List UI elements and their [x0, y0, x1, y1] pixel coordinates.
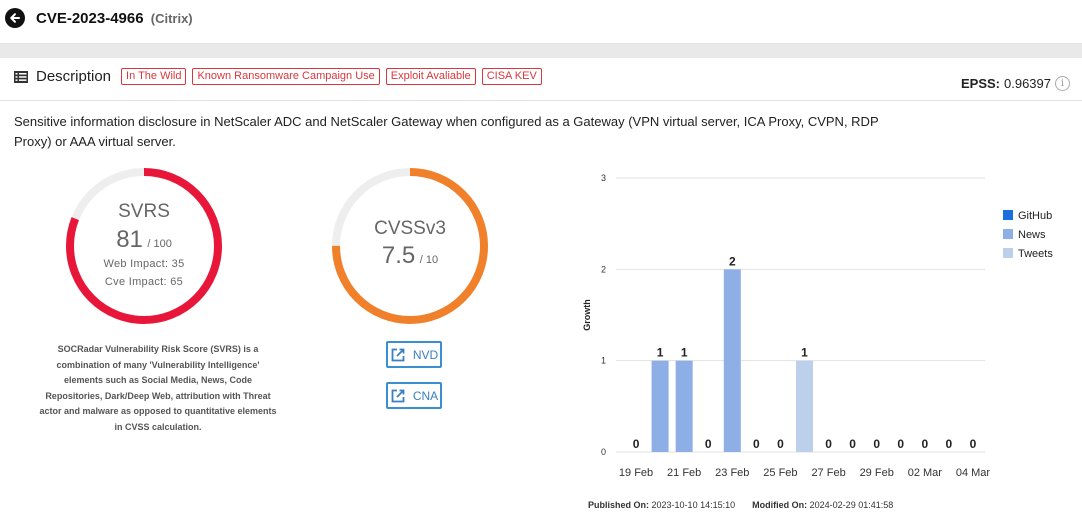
- x-tick-label: 29 Feb: [860, 467, 894, 479]
- legend-swatch: [1003, 210, 1013, 220]
- growth-chart: 0 1 2 3 Growth 0 19 Feb 1 1 21 Feb 0 2 23 Feb 0 0 25 Fe…: [560, 160, 1082, 490]
- growth-chart-svg: 0 1 2 3 Growth 0 19 Feb 1 1 21 Feb 0 2 23 Feb 0 0 25 Fe…: [582, 173, 1053, 479]
- data-label: 0: [777, 437, 784, 451]
- epss-score: EPSS: 0.96397 i: [961, 76, 1070, 91]
- data-label: 0: [897, 437, 904, 451]
- arrow-left-icon: [10, 13, 20, 23]
- bar-news: [651, 360, 669, 452]
- data-label: 0: [946, 437, 953, 451]
- data-label: 0: [633, 437, 640, 451]
- legend-label: News: [1018, 229, 1046, 241]
- external-link-icon: [391, 348, 405, 361]
- description-label: Description: [36, 68, 112, 85]
- tag-exploit-available[interactable]: Exploit Avaliable: [385, 68, 476, 85]
- vendor-name: (Citrix): [150, 11, 193, 26]
- svrs-gauge: SVRS 81 / 100 Web Impact: 35 Cve Impact:…: [64, 166, 224, 326]
- cvss-gauge: CVSSv3 7.5 / 10: [330, 166, 490, 326]
- y-tick-label: 1: [601, 356, 606, 366]
- cvss-title: CVSSv3: [374, 218, 446, 239]
- nvd-button-label: NVD: [412, 347, 439, 362]
- cve-id: CVE-2023-4966: [36, 10, 144, 27]
- svrs-explanation: SOCRadar Vulnerability Risk Score (SVRS)…: [39, 344, 277, 432]
- x-tick-label: 23 Feb: [715, 467, 749, 479]
- tag-ransomware[interactable]: Known Ransomware Campaign Use: [192, 68, 380, 85]
- y-tick-label: 0: [601, 447, 606, 457]
- tag-in-the-wild[interactable]: In The Wild: [121, 68, 187, 85]
- data-label: 0: [873, 437, 880, 451]
- bar-news: [675, 360, 693, 452]
- modified-label: Modified On:: [752, 500, 808, 510]
- divider: [0, 100, 1082, 101]
- x-tick-label: 04 Mar: [956, 467, 991, 479]
- svrs-title: SVRS: [118, 201, 170, 222]
- svrs-max: / 100: [147, 238, 172, 250]
- nvd-button[interactable]: NVD: [386, 341, 442, 368]
- dates-footer: Published On: 2023-10-10 14:15:10 Modifi…: [588, 500, 893, 510]
- list-icon: [14, 70, 28, 83]
- page-title: CVE-2023-4966 (Citrix): [36, 10, 193, 27]
- published-label: Published On:: [588, 500, 650, 510]
- data-label: 0: [849, 437, 856, 451]
- y-tick-label: 2: [601, 264, 606, 274]
- modified-value: 2024-02-29 01:41:58: [809, 500, 894, 510]
- y-tick-label: 3: [601, 173, 606, 183]
- svrs-cve-impact: Cve Impact: 65: [104, 276, 184, 288]
- legend-label: GitHub: [1018, 210, 1052, 222]
- data-label: 0: [970, 437, 977, 451]
- data-label: 0: [825, 437, 832, 451]
- legend-label: Tweets: [1018, 248, 1053, 260]
- svrs-score: 81: [116, 226, 143, 253]
- x-tick-label: 19 Feb: [619, 467, 653, 479]
- section-separator: [0, 44, 1082, 58]
- external-link-icon: [391, 389, 405, 402]
- top-bar: CVE-2023-4966 (Citrix): [0, 0, 1082, 44]
- description-header: Description In The Wild Known Ransomware…: [14, 68, 542, 85]
- data-label: 0: [753, 437, 760, 451]
- x-tick-label: 02 Mar: [908, 467, 943, 479]
- epss-value: 0.96397: [1004, 76, 1051, 91]
- published-value: 2023-10-10 14:15:10: [651, 500, 736, 510]
- legend-swatch: [1003, 229, 1013, 239]
- data-label: 0: [921, 437, 928, 451]
- cna-button[interactable]: CNA: [386, 382, 442, 409]
- back-button[interactable]: [5, 8, 25, 28]
- x-tick-label: 25 Feb: [763, 467, 797, 479]
- data-label: 1: [657, 346, 664, 360]
- data-label: 2: [729, 254, 736, 268]
- x-tick-label: 27 Feb: [811, 467, 845, 479]
- svrs-web-impact: Web Impact: 35: [103, 258, 185, 270]
- cvss-score: 7.5: [381, 242, 416, 269]
- description-text: Sensitive information disclosure in NetS…: [14, 114, 879, 149]
- y-axis-label: Growth: [582, 299, 592, 331]
- cna-button-label: CNA: [412, 388, 439, 403]
- cvss-score-line: 7.5 / 10: [330, 242, 490, 270]
- data-label: 0: [705, 437, 712, 451]
- cvss-max: / 10: [419, 254, 439, 266]
- x-tick-label: 21 Feb: [667, 467, 701, 479]
- legend-swatch: [1003, 248, 1013, 258]
- info-icon[interactable]: i: [1055, 76, 1070, 91]
- tag-cisa-kev[interactable]: CISA KEV: [481, 68, 542, 85]
- bar-news: [723, 269, 741, 452]
- bar-tweets: [796, 360, 813, 452]
- svrs-score-line: 81 / 100: [64, 226, 224, 254]
- epss-label: EPSS:: [960, 76, 1000, 91]
- data-label: 1: [681, 346, 688, 360]
- data-label: 1: [801, 346, 808, 360]
